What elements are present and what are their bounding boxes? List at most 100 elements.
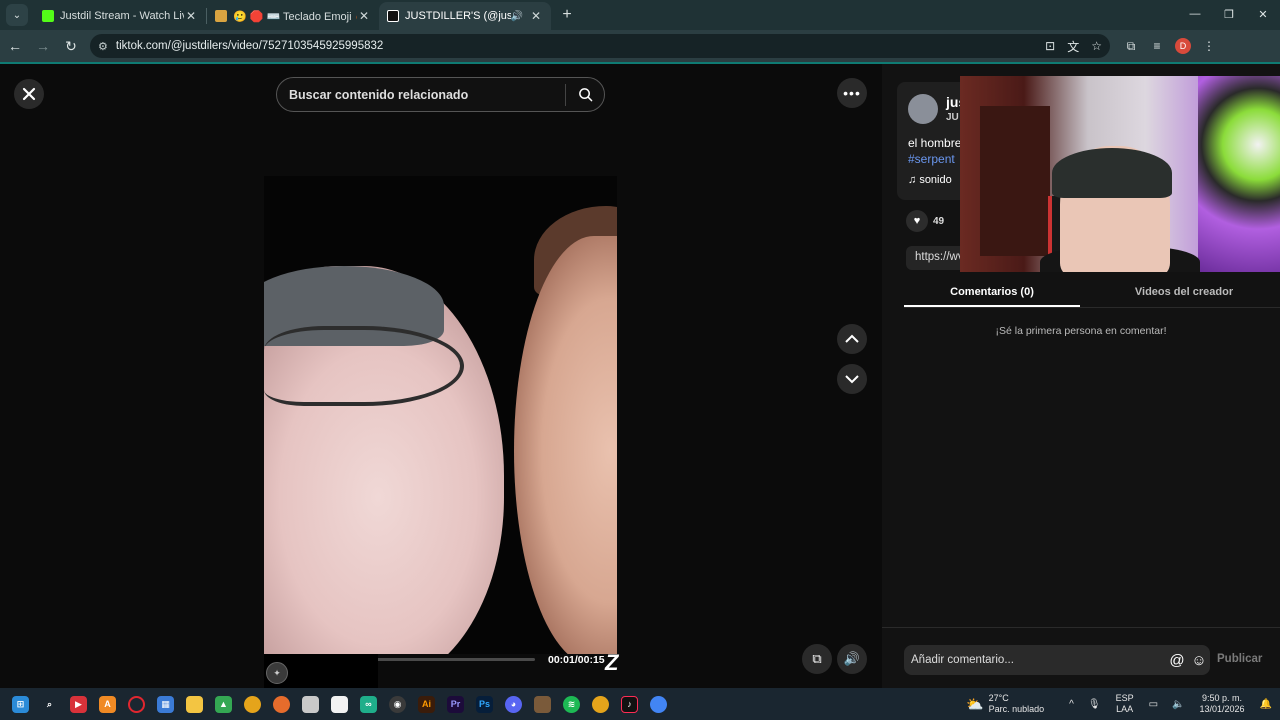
volume-icon[interactable]: 🔈 — [1172, 699, 1184, 710]
taskbar-app[interactable]: ♪ — [615, 690, 644, 719]
network-icon[interactable]: ▭ — [1149, 699, 1158, 710]
taskbar-app[interactable]: ∞ — [354, 690, 383, 719]
taskbar-app[interactable]: ◉ — [383, 690, 412, 719]
tab-strip: ⌄ Justdil Stream - Watch Live on Kick ✕ … — [0, 0, 1280, 30]
taskbar-app[interactable]: A — [93, 690, 122, 719]
comment-input[interactable]: Añadir comentario... @ ☺ — [904, 645, 1210, 675]
weather-desc: Parc. nublado — [988, 704, 1045, 714]
tab-tiktok[interactable]: JUSTDILLER'S (@justdilers) | TikTok 🔊 ✕ — [379, 2, 551, 30]
minimize-icon[interactable]: — — [1178, 0, 1212, 28]
volume-icon: 🔊 — [843, 651, 861, 666]
close-icon[interactable]: ✕ — [529, 9, 543, 23]
tab-emoji[interactable]: 🥲 🛑 ⌨️ Teclado Emoji 🔥 🔥 3953 💥 ✕ — [207, 2, 379, 30]
forward-icon[interactable]: → — [30, 33, 56, 59]
video-description: el hombre — [908, 136, 962, 150]
sound-link[interactable]: ♫ sonido — [908, 174, 952, 186]
related-search-input[interactable]: Buscar contenido relacionado — [276, 77, 605, 112]
tab-search-button[interactable]: ⌄ — [6, 4, 28, 26]
panel-tabs: Comentarios (0) Videos del creador — [904, 276, 1280, 308]
video-frame-glasses — [264, 326, 464, 406]
taskbar-app[interactable] — [180, 690, 209, 719]
taskbar-app[interactable] — [586, 690, 615, 719]
obs-icon: ◉ — [389, 695, 406, 713]
taskbar-app[interactable]: Ai — [412, 690, 441, 719]
taskbar-search[interactable]: ⌕ — [35, 690, 64, 719]
menu-kebab-icon[interactable]: ⋮ — [1196, 39, 1222, 53]
chevron-down-icon — [845, 375, 859, 384]
spotify-icon: ≋ — [563, 695, 580, 713]
taskbar-app[interactable]: ≋ — [557, 690, 586, 719]
mention-icon[interactable]: @ — [1166, 652, 1188, 669]
notification-icon[interactable]: 🔔 — [1260, 699, 1272, 710]
translate-icon[interactable]: 文 — [1067, 38, 1079, 55]
tab-creator-videos[interactable]: Videos del creador — [1096, 276, 1272, 307]
taskbar-app[interactable] — [238, 690, 267, 719]
language-top: ESP — [1115, 693, 1134, 703]
comment-bar: Añadir comentario... @ ☺ Publicar — [882, 627, 1280, 688]
media-controls-icon[interactable]: ≡ — [1144, 39, 1170, 53]
taskbar-app[interactable] — [325, 690, 354, 719]
taskbar-app[interactable]: Ps — [470, 690, 499, 719]
site-info-icon[interactable]: ⚙ — [98, 40, 108, 53]
taskbar-app[interactable] — [528, 690, 557, 719]
bookmark-star-icon[interactable]: ☆ — [1091, 39, 1102, 53]
clock-time: 9:50 p. m. — [1202, 693, 1243, 703]
back-icon[interactable]: ← — [2, 33, 28, 59]
system-tray: ⛅ 27°C Parc. nublado ^ 🎙 ESP LAA ▭ 🔈 9:5… — [966, 688, 1280, 720]
tab-title: Justdil Stream - Watch Live on Kick — [60, 10, 184, 22]
video-player[interactable] — [264, 176, 617, 654]
microphone-icon[interactable]: 🎙 — [1088, 699, 1101, 710]
window-controls: — ❐ ✕ — [1178, 0, 1280, 28]
taskbar-app[interactable] — [296, 690, 325, 719]
start-button[interactable]: ⊞ — [6, 690, 35, 719]
chevron-up-icon — [845, 334, 859, 343]
next-video-button[interactable] — [837, 364, 867, 394]
clock-date: 13/01/2026 — [1199, 704, 1245, 714]
chevron-up-icon[interactable]: ^ — [1069, 699, 1074, 710]
creator-avatar[interactable] — [908, 94, 938, 124]
pip-button[interactable]: ⧉ — [802, 644, 832, 674]
address-bar[interactable]: ⚙ tiktok.com/@justdilers/video/752710354… — [90, 34, 1110, 58]
more-options-button[interactable]: ••• — [837, 78, 867, 108]
search-icon[interactable] — [566, 87, 604, 102]
new-tab-button[interactable]: + — [555, 3, 579, 27]
taskbar-app[interactable] — [267, 690, 296, 719]
clock[interactable]: 9:50 p. m. 13/01/2026 — [1200, 693, 1245, 715]
install-app-icon[interactable]: ⊡ — [1045, 39, 1055, 53]
profile-avatar[interactable]: D — [1175, 38, 1191, 54]
browser-toolbar: ← → ↻ ⚙ tiktok.com/@justdilers/video/752… — [0, 30, 1280, 62]
speaker-icon[interactable]: 🔊 — [511, 11, 523, 22]
chrome-profile-icon — [592, 695, 609, 713]
previous-video-button[interactable] — [837, 324, 867, 354]
language-indicator[interactable]: ESP LAA — [1116, 693, 1134, 715]
weather-widget[interactable]: ⛅ 27°C Parc. nublado — [966, 693, 1044, 715]
video-stage: Buscar contenido relacionado ••• ✦ 00:01… — [0, 64, 882, 688]
close-icon[interactable]: ✕ — [184, 9, 198, 23]
taskbar-app[interactable]: Pr — [441, 690, 470, 719]
emoji-icon[interactable]: ☺ — [1188, 652, 1210, 669]
search-placeholder: Buscar contenido relacionado — [289, 87, 469, 102]
taskbar-app[interactable]: ▲ — [209, 690, 238, 719]
windows-taskbar: ⊞ ⌕ ▶ A ▦ ▲ ∞ ◉ Ai Pr Ps ◕ ≋ ♪ ⛅ 27°C Pa… — [0, 688, 1280, 720]
extensions-icon[interactable]: ⧉ — [1118, 39, 1144, 54]
like-button[interactable]: ♥ — [906, 210, 928, 232]
emoji-site-icon — [215, 10, 227, 22]
taskbar-app[interactable] — [644, 690, 673, 719]
tab-comments[interactable]: Comentarios (0) — [904, 276, 1080, 307]
empty-comments-message: ¡Sé la primera persona en comentar! — [995, 325, 1167, 337]
close-window-icon[interactable]: ✕ — [1246, 0, 1280, 28]
taskbar-app[interactable]: ◕ — [499, 690, 528, 719]
restore-icon[interactable]: ❐ — [1212, 0, 1246, 28]
publish-button[interactable]: Publicar — [1217, 653, 1262, 665]
heart-icon: ♥ — [913, 215, 921, 227]
hashtag-link[interactable]: #serpent — [908, 152, 955, 166]
taskbar-app[interactable]: ▦ — [151, 690, 180, 719]
close-video-button[interactable] — [14, 79, 44, 109]
close-icon[interactable]: ✕ — [357, 9, 371, 23]
reload-icon[interactable]: ↻ — [58, 33, 84, 59]
volume-button[interactable]: 🔊 — [837, 644, 867, 674]
tab-kick[interactable]: Justdil Stream - Watch Live on Kick ✕ — [34, 2, 206, 30]
taskbar-app[interactable] — [122, 690, 151, 719]
store-icon: ▦ — [157, 695, 174, 713]
taskbar-app[interactable]: ▶ — [64, 690, 93, 719]
